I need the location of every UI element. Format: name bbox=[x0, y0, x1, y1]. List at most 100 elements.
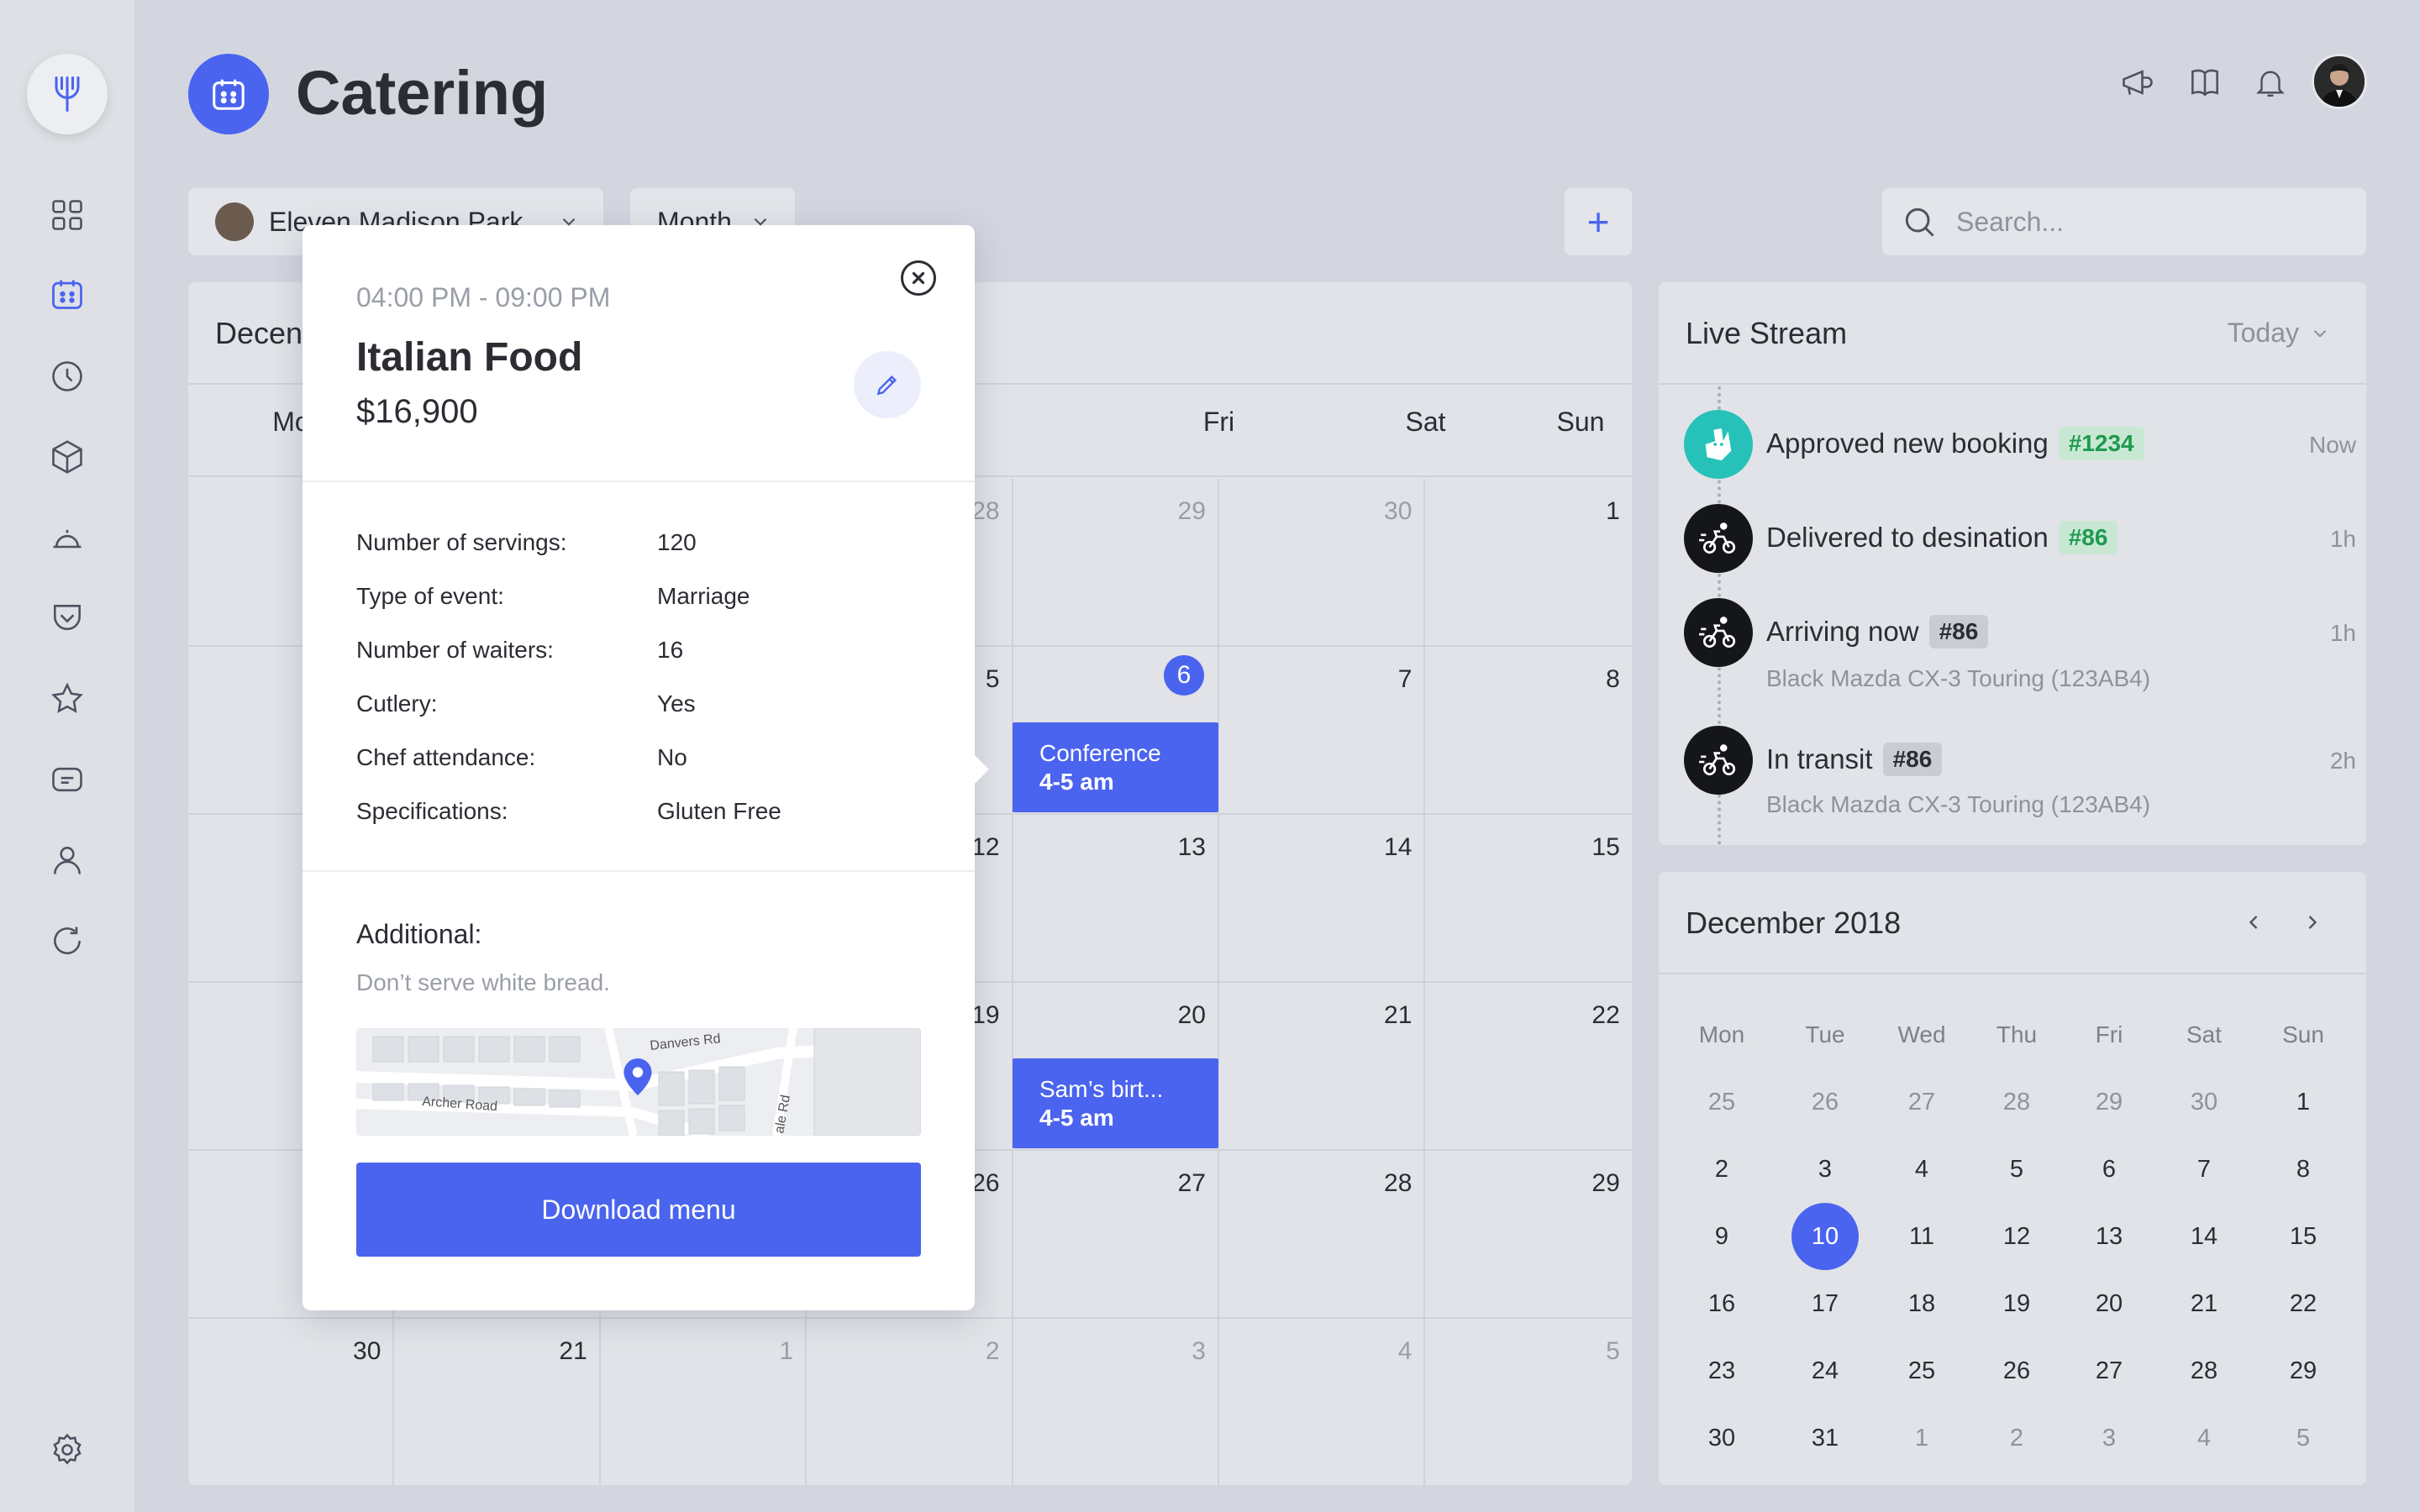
mini-day[interactable]: 1 bbox=[1888, 1404, 1955, 1472]
sidebar-item-refresh[interactable] bbox=[47, 921, 87, 961]
calendar-cell[interactable]: 29 bbox=[1013, 479, 1219, 647]
mini-day[interactable]: 9 bbox=[1688, 1203, 1755, 1270]
live-stream-card: Live Stream Today bbox=[1659, 282, 2366, 845]
close-button[interactable] bbox=[901, 260, 936, 296]
live-stream-filter[interactable]: Today bbox=[2228, 318, 2331, 349]
mini-day[interactable]: 28 bbox=[2170, 1337, 2238, 1404]
sidebar-item-history[interactable] bbox=[47, 356, 87, 396]
mini-day[interactable]: 4 bbox=[1888, 1136, 1955, 1203]
notifications-button[interactable] bbox=[2249, 60, 2292, 104]
mini-day[interactable]: 11 bbox=[1888, 1203, 1955, 1270]
mini-day[interactable]: 29 bbox=[2270, 1337, 2337, 1404]
mini-day[interactable]: 28 bbox=[1983, 1068, 2050, 1136]
mini-day[interactable]: 16 bbox=[1688, 1270, 1755, 1337]
stream-time: 1h bbox=[2329, 526, 2356, 552]
calendar-cell[interactable]: 14 bbox=[1219, 815, 1426, 983]
mini-day[interactable]: 30 bbox=[1688, 1404, 1755, 1472]
calendar-cell[interactable]: 7 bbox=[1219, 647, 1426, 815]
sidebar-item-favorites[interactable] bbox=[47, 679, 87, 719]
mini-day[interactable]: 3 bbox=[2075, 1404, 2143, 1472]
mini-day[interactable]: 24 bbox=[1791, 1337, 1859, 1404]
mini-day[interactable]: 26 bbox=[1791, 1068, 1859, 1136]
mini-day[interactable]: 5 bbox=[2270, 1404, 2337, 1472]
mini-day[interactable]: 1 bbox=[2270, 1068, 2337, 1136]
calendar-cell[interactable]: 4 bbox=[1219, 1319, 1426, 1487]
mini-day[interactable]: 23 bbox=[1688, 1337, 1755, 1404]
sidebar-item-users[interactable] bbox=[47, 840, 87, 880]
calendar-cell[interactable]: 29 bbox=[1425, 1151, 1632, 1319]
mini-day[interactable]: 14 bbox=[2170, 1203, 2238, 1270]
calendar-cell[interactable]: 5 bbox=[1425, 1319, 1631, 1487]
calendar-cell[interactable]: 21 bbox=[1219, 983, 1426, 1151]
mini-day[interactable]: 27 bbox=[1888, 1068, 1955, 1136]
mini-day[interactable]: 6 bbox=[2075, 1136, 2143, 1203]
mini-day[interactable]: 25 bbox=[1688, 1068, 1755, 1136]
mini-day[interactable]: 30 bbox=[2170, 1068, 2238, 1136]
calendar-cell[interactable]: 28 bbox=[1219, 1151, 1426, 1319]
mini-day[interactable]: 20 bbox=[2075, 1270, 2143, 1337]
mini-day[interactable]: 3 bbox=[1791, 1136, 1859, 1203]
search-input[interactable]: Search... bbox=[1882, 188, 2366, 255]
sidebar-item-calendar[interactable] bbox=[47, 274, 87, 314]
mini-day[interactable]: 2 bbox=[1688, 1136, 1755, 1203]
add-button[interactable]: + bbox=[1565, 188, 1632, 255]
sidebar-item-messages[interactable] bbox=[47, 759, 87, 800]
event-conference[interactable]: Conference 4-5 am bbox=[1013, 722, 1218, 812]
docs-button[interactable] bbox=[2183, 60, 2227, 104]
calendar-cell[interactable]: 8 bbox=[1425, 647, 1632, 815]
mini-day[interactable]: 15 bbox=[2270, 1203, 2337, 1270]
sidebar-item-pocket[interactable] bbox=[47, 598, 87, 638]
event-birthday[interactable]: Sam’s birt... 4-5 am bbox=[1013, 1058, 1218, 1148]
cloche-icon bbox=[53, 529, 82, 549]
calendar-cell[interactable]: 30 bbox=[1219, 479, 1426, 647]
mini-day[interactable]: 12 bbox=[1983, 1203, 2050, 1270]
mini-day[interactable]: 10 bbox=[1791, 1203, 1859, 1270]
mini-day[interactable]: 19 bbox=[1983, 1270, 2050, 1337]
next-month-button[interactable] bbox=[2296, 906, 2329, 939]
mini-day[interactable]: 13 bbox=[2075, 1203, 2143, 1270]
calendar-cell[interactable]: 21 bbox=[394, 1319, 601, 1487]
calendar-cell[interactable]: 15 bbox=[1425, 815, 1632, 983]
calendar-cell[interactable]: 30 bbox=[188, 1319, 395, 1487]
mini-day[interactable]: 5 bbox=[1983, 1136, 2050, 1203]
mini-day[interactable]: 29 bbox=[2075, 1068, 2143, 1136]
sidebar-item-products[interactable] bbox=[47, 437, 87, 477]
calendar-cell[interactable]: 1 bbox=[1425, 479, 1632, 647]
calendar-cell[interactable]: 22 bbox=[1425, 983, 1632, 1151]
stream-tag: #86 bbox=[1882, 743, 1943, 776]
mini-day[interactable]: 26 bbox=[1983, 1337, 2050, 1404]
mini-day[interactable]: 31 bbox=[1791, 1404, 1859, 1472]
sidebar-item-dashboard[interactable] bbox=[47, 195, 87, 235]
detail-event-type: Type of event: Marriage bbox=[356, 583, 928, 617]
mini-day[interactable]: 21 bbox=[2170, 1270, 2238, 1337]
mini-day[interactable]: 2 bbox=[1983, 1404, 2050, 1472]
calendar-cell[interactable]: 1 bbox=[601, 1319, 808, 1487]
logo[interactable] bbox=[27, 54, 108, 134]
edit-button[interactable] bbox=[854, 351, 921, 418]
mini-day[interactable]: 25 bbox=[1888, 1337, 1955, 1404]
mini-day[interactable]: 7 bbox=[2170, 1136, 2238, 1203]
calendar-cell[interactable]: 3 bbox=[1013, 1319, 1219, 1487]
mini-day[interactable]: 22 bbox=[2270, 1270, 2337, 1337]
mini-day[interactable]: 17 bbox=[1791, 1270, 1859, 1337]
clock-icon bbox=[52, 361, 82, 391]
map-pin-icon bbox=[623, 1058, 652, 1095]
calendar-cell[interactable]: 13 bbox=[1013, 815, 1219, 983]
calendar-cell[interactable]: 2 bbox=[807, 1319, 1013, 1487]
sidebar-item-settings[interactable] bbox=[47, 1430, 87, 1470]
prev-month-button[interactable] bbox=[2237, 906, 2270, 939]
announcements-button[interactable] bbox=[2116, 60, 2160, 104]
mini-weekday: Wed bbox=[1897, 1021, 1946, 1047]
event-time: 4-5 am bbox=[1039, 1105, 1114, 1131]
mini-day[interactable]: 27 bbox=[2075, 1337, 2143, 1404]
calendar-cell[interactable]: 27 bbox=[1013, 1151, 1219, 1319]
search-icon bbox=[1905, 207, 1934, 237]
sidebar-item-catering[interactable] bbox=[47, 517, 87, 558]
mini-day[interactable]: 8 bbox=[2270, 1136, 2337, 1203]
mini-day[interactable]: 4 bbox=[2170, 1404, 2238, 1472]
mini-day[interactable]: 18 bbox=[1888, 1270, 1955, 1337]
avatar[interactable] bbox=[2312, 54, 2367, 109]
detail-label: Chef attendance: bbox=[356, 744, 536, 770]
location-map[interactable]: Danvers Rd Archer Road ale Rd bbox=[356, 1028, 921, 1136]
download-menu-button[interactable]: Download menu bbox=[356, 1163, 921, 1257]
